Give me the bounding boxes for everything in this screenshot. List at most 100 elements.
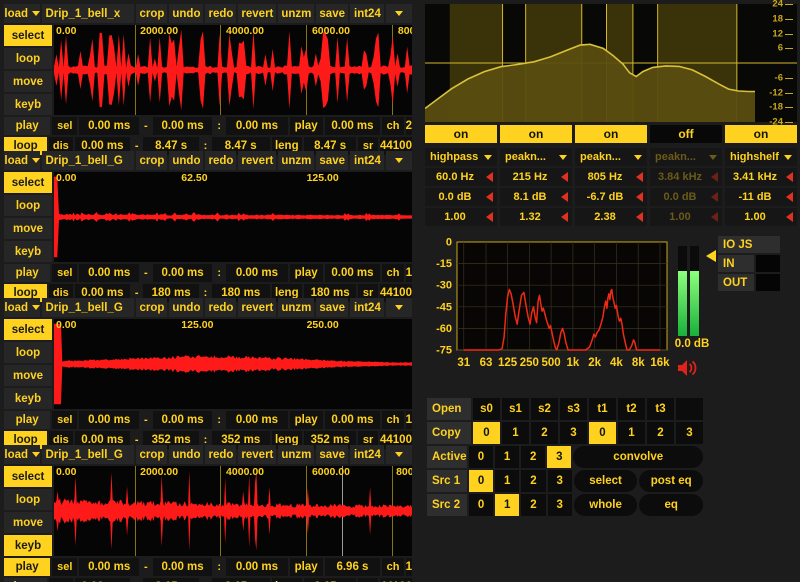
load-button[interactable]: load xyxy=(4,4,41,23)
load-button[interactable]: load xyxy=(4,151,41,170)
play-button[interactable]: play xyxy=(4,117,51,135)
sel-end-value[interactable]: 0.00 ms xyxy=(152,264,213,282)
matrix-row-label[interactable]: Copy xyxy=(427,422,471,444)
matrix-cell-3-3[interactable]: 3 xyxy=(547,470,572,492)
waveform-canvas[interactable]: 0.00 125.00 250.00 xyxy=(54,319,412,409)
save-button[interactable]: save xyxy=(316,151,348,170)
eq-type-row[interactable]: highpass peakn... peakn... peakn... highshel… xyxy=(425,148,797,166)
spectrum-analyzer[interactable]: 0 -15 -30 -45 -60 -75 31 63 125 250 500 1k 2k 4k 8k 16k xyxy=(425,232,670,384)
redo-button[interactable]: redo xyxy=(205,151,237,170)
play-button[interactable]: play xyxy=(4,558,51,576)
format-label[interactable]: int24 xyxy=(350,298,384,317)
mode-button-loop[interactable]: loop xyxy=(4,342,52,363)
sel-length-value[interactable]: 0.00 ms xyxy=(226,558,288,576)
format-dropdown[interactable] xyxy=(386,151,412,170)
matrix-cell-1-6[interactable]: 2 xyxy=(647,422,674,444)
redo-button[interactable]: redo xyxy=(205,4,237,23)
matrix-cell-1-2[interactable]: 2 xyxy=(531,422,558,444)
matrix-cell-1-7[interactable]: 3 xyxy=(676,422,703,444)
eq-gain-field-3[interactable]: 0.0 dB xyxy=(650,188,722,206)
eq-q-field-4[interactable]: 1.00 xyxy=(725,208,797,226)
mode-button-loop[interactable]: loop xyxy=(4,195,52,216)
waveform-canvas[interactable]: 0.00 2000.00 4000.00 6000.00 800 xyxy=(54,25,412,115)
eq-gain-field-4[interactable]: -11 dB xyxy=(725,188,797,206)
eq-gain-field-2[interactable]: -6.7 dB xyxy=(575,188,647,206)
mode-button-select[interactable]: select xyxy=(4,25,52,46)
undo-button[interactable]: undo xyxy=(169,298,204,317)
eq-frequency-field-0[interactable]: 60.0 Hz xyxy=(425,168,497,186)
eq-gain-field-1[interactable]: 8.1 dB xyxy=(500,188,572,206)
crop-button[interactable]: crop xyxy=(136,151,168,170)
redo-button[interactable]: redo xyxy=(205,298,237,317)
sel-start-value[interactable]: 0.00 ms xyxy=(79,117,140,135)
undo-button[interactable]: undo xyxy=(169,445,204,464)
mode-button-move[interactable]: move xyxy=(4,218,52,239)
eq-band-toggle-2[interactable]: on xyxy=(575,125,647,143)
matrix-cell-2-2[interactable]: 2 xyxy=(521,446,546,468)
mode-button-keyb[interactable]: keyb xyxy=(4,241,52,262)
eq-frequency-field-3[interactable]: 3.84 kHz xyxy=(650,168,722,186)
save-button[interactable]: save xyxy=(316,298,348,317)
dis-length-value[interactable]: 8.65 s xyxy=(211,578,270,582)
sel-end-value[interactable]: 0.00 ms xyxy=(152,558,213,576)
eq-band-toggle-1[interactable]: on xyxy=(500,125,572,143)
left-arrow-icon[interactable] xyxy=(786,212,793,222)
eq-band-toggle-4[interactable]: on xyxy=(725,125,797,143)
mode-button-loop[interactable]: loop xyxy=(4,48,52,69)
format-dropdown[interactable] xyxy=(386,445,412,464)
matrix-cell-0-5[interactable]: t2 xyxy=(618,398,645,420)
eq-type-select-4[interactable]: highshelf xyxy=(725,148,797,166)
format-dropdown[interactable] xyxy=(386,298,412,317)
eq-band-toggle-3[interactable]: off xyxy=(650,125,722,143)
play-button[interactable]: play xyxy=(4,411,51,429)
matrix-cell-3-1[interactable]: 1 xyxy=(495,470,520,492)
speaker-icon[interactable] xyxy=(676,358,700,383)
matrix-row-label[interactable]: Src 1 xyxy=(427,470,467,492)
left-arrow-icon[interactable] xyxy=(561,172,568,182)
crop-button[interactable]: crop xyxy=(136,445,168,464)
matrix-action-whole[interactable]: whole xyxy=(573,494,638,516)
matrix-cell-0-3[interactable]: s3 xyxy=(560,398,587,420)
crop-button[interactable]: crop xyxy=(136,4,168,23)
unzoom-button[interactable]: unzm xyxy=(278,151,315,170)
matrix-cell-1-1[interactable]: 1 xyxy=(502,422,529,444)
io-js-row-in[interactable]: IN xyxy=(718,255,780,272)
filename-label[interactable]: Drip_1_bell_G xyxy=(42,445,135,464)
revert-button[interactable]: revert xyxy=(238,445,277,464)
matrix-row-label[interactable]: Active xyxy=(427,446,467,468)
matrix-cell-1-0[interactable]: 0 xyxy=(473,422,500,444)
matrix-cell-2-1[interactable]: 1 xyxy=(495,446,520,468)
unzoom-button[interactable]: unzm xyxy=(278,298,315,317)
waveform-canvas[interactable]: 0.00 2000.00 4000.00 6000.00 8000. xyxy=(54,466,412,556)
matrix-cell-0-2[interactable]: s2 xyxy=(531,398,558,420)
matrix-cell-0-1[interactable]: s1 xyxy=(502,398,529,420)
matrix-action-convolve[interactable]: convolve xyxy=(573,446,704,468)
dis-start-value[interactable]: 0.00 ms xyxy=(74,578,131,582)
matrix-cell-1-5[interactable]: 1 xyxy=(618,422,645,444)
matrix-cell-4-2[interactable]: 2 xyxy=(521,494,546,516)
matrix-row-label[interactable]: Src 2 xyxy=(427,494,467,516)
format-label[interactable]: int24 xyxy=(350,445,384,464)
eq-type-select-3[interactable]: peakn... xyxy=(650,148,722,166)
eq-band-toggle-0[interactable]: on xyxy=(425,125,497,143)
left-arrow-icon[interactable] xyxy=(786,192,793,202)
filename-label[interactable]: Drip_1_bell_x xyxy=(42,4,135,23)
mode-button-select[interactable]: select xyxy=(4,172,52,193)
io-js-row-out[interactable]: OUT xyxy=(718,274,780,291)
matrix-cell-0-6[interactable]: t3 xyxy=(647,398,674,420)
eq-gain-field-0[interactable]: 0.0 dB xyxy=(425,188,497,206)
waveform-canvas[interactable]: 0.00 62.50 125.00 xyxy=(54,172,412,262)
unzoom-button[interactable]: unzm xyxy=(278,445,315,464)
eq-frequency-field-2[interactable]: 805 Hz xyxy=(575,168,647,186)
matrix-cell-4-1[interactable]: 1 xyxy=(495,494,520,516)
vu-threshold-marker-icon[interactable] xyxy=(706,250,716,262)
filename-label[interactable]: Drip_1_bell_G xyxy=(42,298,135,317)
eq-q-field-2[interactable]: 2.38 xyxy=(575,208,647,226)
matrix-cell-2-0[interactable]: 0 xyxy=(468,446,493,468)
sel-length-value[interactable]: 0.00 ms xyxy=(226,411,288,429)
output-vu-meter[interactable] xyxy=(676,246,706,336)
undo-button[interactable]: undo xyxy=(169,151,204,170)
eq-band-toggle-row[interactable]: on on on off on xyxy=(425,125,797,143)
io-out-slot[interactable] xyxy=(756,274,780,291)
play-position-value[interactable]: 6.96 s xyxy=(324,558,381,576)
